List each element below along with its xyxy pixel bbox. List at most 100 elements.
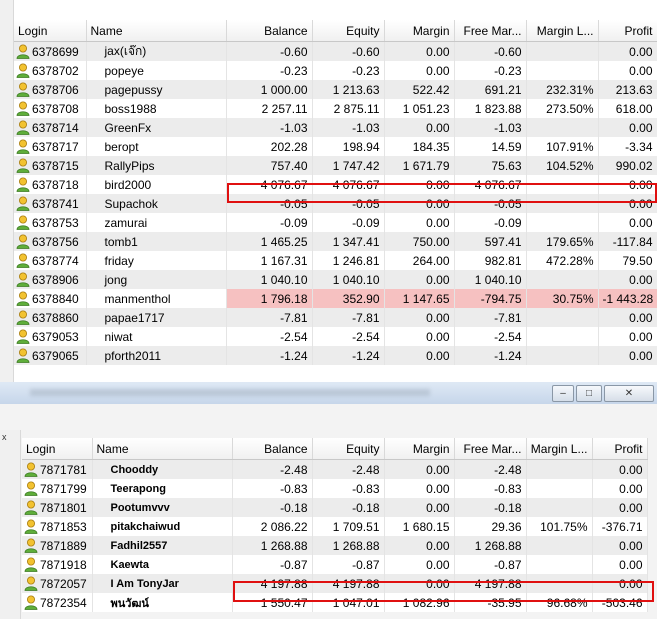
column-header-margin-l[interactable]: Margin L... (526, 20, 599, 42)
table-row[interactable]: 7871889 Fadhil2557 1 268.88 1 268.88 0.00 1 2… (22, 536, 648, 555)
margin-cell[interactable]: 0.00 (384, 346, 455, 365)
name-cell[interactable]: pagepussy (86, 80, 227, 99)
profit-cell[interactable]: 0.00 (598, 213, 657, 232)
free-cell[interactable]: 14.59 (454, 137, 527, 156)
login-cell[interactable]: 6378774 (14, 251, 87, 270)
profit-cell[interactable]: 990.02 (598, 156, 657, 175)
login-cell[interactable]: 6378708 (14, 99, 87, 118)
margin-cell[interactable]: 0.00 (384, 213, 455, 232)
name-cell[interactable]: friday (86, 251, 227, 270)
balance-cell[interactable]: -1.03 (226, 118, 313, 137)
free-cell[interactable]: -1.03 (454, 118, 527, 137)
ml-cell[interactable] (526, 270, 599, 289)
margin-cell[interactable]: 0.00 (384, 555, 455, 574)
ml-cell[interactable]: 232.31% (526, 80, 599, 99)
login-cell[interactable]: 6378702 (14, 61, 87, 80)
balance-cell[interactable]: 757.40 (226, 156, 313, 175)
balance-cell[interactable]: -2.48 (232, 459, 313, 479)
margin-cell[interactable]: 0.00 (384, 479, 455, 498)
equity-cell[interactable]: 1 213.63 (312, 80, 385, 99)
column-header-margin[interactable]: Margin (384, 438, 455, 460)
free-cell[interactable]: -0.09 (454, 213, 527, 232)
column-header-free-mar[interactable]: Free Mar... (454, 20, 527, 42)
table-row[interactable]: 7871799 Teerapong -0.83 -0.83 0.00 -0.83 0.00 (22, 479, 648, 498)
login-cell[interactable]: 6378699 (14, 41, 87, 61)
free-cell[interactable]: 1 268.88 (454, 536, 527, 555)
login-cell[interactable]: 7871918 (22, 555, 93, 574)
balance-cell[interactable]: -7.81 (226, 308, 313, 327)
ml-cell[interactable] (526, 536, 593, 555)
table-row[interactable]: 6378860 papae1717 -7.81 -7.81 0.00 -7.81 0.00 (14, 308, 657, 327)
equity-cell[interactable]: -0.23 (312, 61, 385, 80)
name-cell[interactable]: boss1988 (86, 99, 227, 118)
table-row[interactable]: 6378840 manmenthol 1 796.18 352.90 1 147.65-… (14, 289, 657, 308)
table-row[interactable]: 6378715 RallyPips 757.40 1 747.42 1 671.79 75… (14, 156, 657, 175)
table-row[interactable]: 7871853 pitakchaiwud 2 086.22 1 709.51 1 680… (22, 517, 648, 536)
login-cell[interactable]: 6378717 (14, 137, 87, 156)
name-cell[interactable]: Supachok (86, 194, 227, 213)
ml-cell[interactable]: 101.75% (526, 517, 593, 536)
balance-cell[interactable]: -1.24 (226, 346, 313, 365)
equity-cell[interactable]: -0.60 (312, 41, 385, 61)
ml-cell[interactable]: 104.52% (526, 156, 599, 175)
table-row[interactable]: 6378756 tomb1 1 465.25 1 347.41 750.00 597.41… (14, 232, 657, 251)
name-cell[interactable]: พนวัฒน์ (92, 593, 233, 612)
login-cell[interactable]: 7872057 (22, 574, 93, 593)
profit-cell[interactable]: -117.84 (598, 232, 657, 251)
profit-cell[interactable]: 0.00 (592, 536, 648, 555)
table-row[interactable]: 6378702 popeye -0.23 -0.23 0.00 -0.23 0.00 (14, 61, 657, 80)
profit-cell[interactable]: 0.00 (598, 41, 657, 61)
column-header-margin-l[interactable]: Margin L... (526, 438, 593, 460)
login-cell[interactable]: 6378860 (14, 308, 87, 327)
ml-cell[interactable] (526, 118, 599, 137)
margin-cell[interactable]: 0.00 (384, 459, 455, 479)
name-cell[interactable]: tomb1 (86, 232, 227, 251)
profit-cell[interactable]: 0.00 (592, 459, 648, 479)
name-cell[interactable]: pitakchaiwud (92, 517, 233, 536)
margin-cell[interactable]: 0.00 (384, 498, 455, 517)
ml-cell[interactable] (526, 346, 599, 365)
balance-cell[interactable]: 1 040.10 (226, 270, 313, 289)
balance-cell[interactable]: -0.23 (226, 61, 313, 80)
profit-cell[interactable]: -376.71 (592, 517, 648, 536)
balance-cell[interactable]: -0.09 (226, 213, 313, 232)
free-cell[interactable]: -7.81 (454, 308, 527, 327)
balance-cell[interactable]: -0.83 (232, 479, 313, 498)
table-row[interactable]: 6378753 zamurai -0.09 -0.09 0.00 -0.09 0.00 (14, 213, 657, 232)
balance-cell[interactable]: 2 257.11 (226, 99, 313, 118)
equity-cell[interactable]: 352.90 (312, 289, 385, 308)
equity-cell[interactable]: -1.03 (312, 118, 385, 137)
login-cell[interactable]: 7871799 (22, 479, 93, 498)
balance-cell[interactable]: -0.18 (232, 498, 313, 517)
maximize-button[interactable]: □ (576, 385, 602, 402)
column-header-profit[interactable]: Profit (598, 20, 657, 42)
equity-cell[interactable]: 2 875.11 (312, 99, 385, 118)
table-row[interactable]: 6379065 pforth2011 -1.24 -1.24 0.00 -1.24 0.00 (14, 346, 657, 365)
column-header-name[interactable]: Name (86, 20, 227, 42)
name-cell[interactable]: jong (86, 270, 227, 289)
name-cell[interactable]: papae1717 (86, 308, 227, 327)
ml-cell[interactable] (526, 213, 599, 232)
equity-cell[interactable]: -2.54 (312, 327, 385, 346)
column-header-balance[interactable]: Balance (232, 438, 313, 460)
name-cell[interactable]: Kaewta (92, 555, 233, 574)
ml-cell[interactable]: 179.65% (526, 232, 599, 251)
equity-cell[interactable]: 1 268.88 (312, 536, 385, 555)
column-header-margin[interactable]: Margin (384, 20, 455, 42)
margin-cell[interactable]: 0.00 (384, 61, 455, 80)
profit-cell[interactable]: 0.00 (592, 498, 648, 517)
login-cell[interactable]: 6378906 (14, 270, 87, 289)
margin-cell[interactable]: 0.00 (384, 327, 455, 346)
free-cell[interactable]: -1.24 (454, 346, 527, 365)
equity-cell[interactable]: 1 040.10 (312, 270, 385, 289)
balance-cell[interactable]: 1 167.31 (226, 251, 313, 270)
equity-cell[interactable]: 1 347.41 (312, 232, 385, 251)
profit-cell[interactable]: 0.00 (598, 327, 657, 346)
name-cell[interactable]: zamurai (86, 213, 227, 232)
margin-cell[interactable]: 1 051.23 (384, 99, 455, 118)
ml-cell[interactable] (526, 459, 593, 479)
name-cell[interactable]: popeye (86, 61, 227, 80)
equity-cell[interactable]: 198.94 (312, 137, 385, 156)
margin-cell[interactable]: 1 680.15 (384, 517, 455, 536)
profit-cell[interactable]: -1 443.28 (598, 289, 657, 308)
